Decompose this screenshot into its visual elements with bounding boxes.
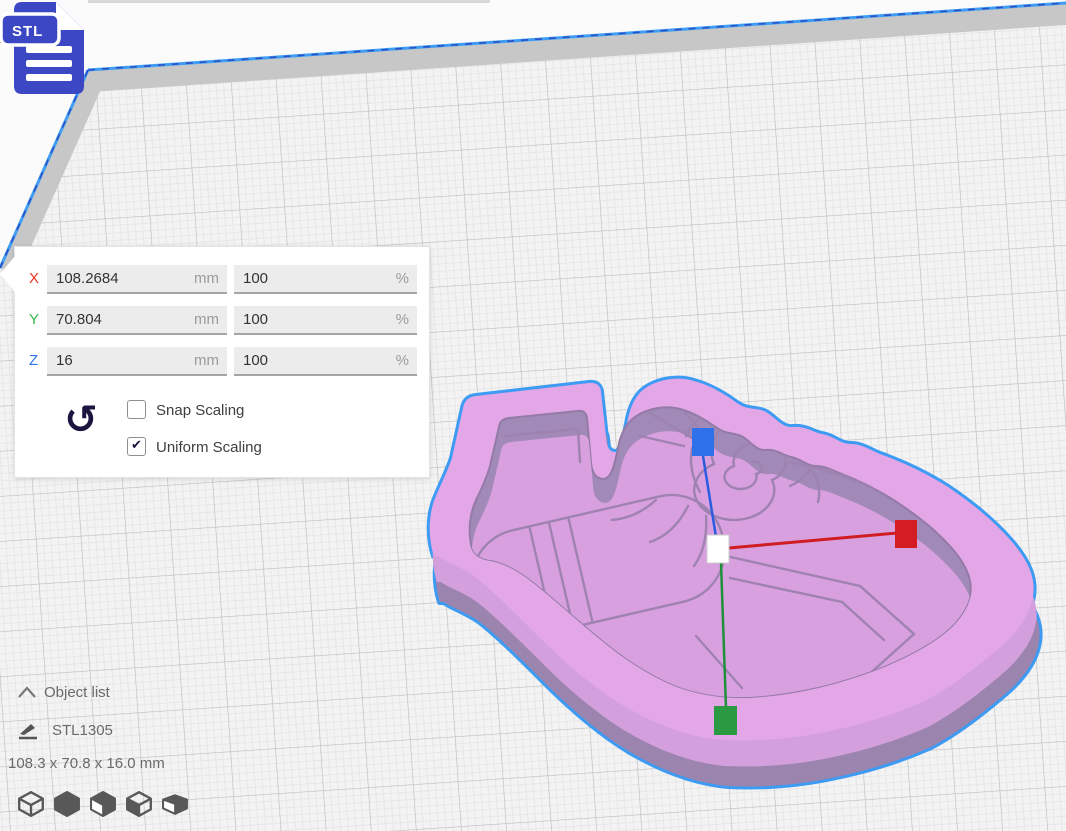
model-dimensions-readout: 108.3 x 70.8 x 16.0 mm <box>8 755 165 772</box>
view-right-icon <box>160 789 190 819</box>
axis-x-label: X <box>29 270 39 287</box>
stl-file-line <box>26 74 72 81</box>
view-left-icon <box>124 789 154 819</box>
view-right-button[interactable] <box>160 789 190 819</box>
view-front-button[interactable] <box>52 789 82 819</box>
x-size-field: mm <box>47 265 227 294</box>
z-percent-field: % <box>234 347 417 376</box>
view-3d-button[interactable] <box>16 789 46 819</box>
z-size-field: mm <box>47 347 227 376</box>
view-left-button[interactable] <box>124 789 154 819</box>
stl-file-icon[interactable]: STL <box>0 0 95 100</box>
view-3d-icon <box>16 789 46 819</box>
scale-handle-y[interactable] <box>714 706 737 735</box>
axis-y-label: Y <box>29 311 39 328</box>
object-list-item-name[interactable]: STL1305 <box>52 722 113 739</box>
scale-panel-pointer <box>0 256 15 292</box>
uniform-scaling-checkbox[interactable]: ✔ <box>127 437 146 456</box>
y-size-input[interactable] <box>47 306 227 333</box>
x-percent-field: % <box>234 265 417 294</box>
snap-scaling-checkbox[interactable] <box>127 400 146 419</box>
scale-tool-panel: X mm % Y mm % Z mm <box>14 246 430 478</box>
z-percent-input[interactable] <box>234 347 417 374</box>
stl-badge-label: STL <box>12 23 43 40</box>
scale-handle-z[interactable] <box>692 428 714 456</box>
snap-scaling-label: Snap Scaling <box>156 402 244 419</box>
camera-view-toolbar <box>14 789 234 821</box>
scale-row-y: Y mm % <box>15 306 429 335</box>
y-percent-field: % <box>234 306 417 335</box>
x-size-input[interactable] <box>47 265 227 292</box>
pencil-icon <box>16 718 40 742</box>
application-window: STL X mm % Y mm % <box>0 0 1066 831</box>
y-size-field: mm <box>47 306 227 335</box>
chevron-up-icon[interactable] <box>16 684 38 702</box>
stl-file-line <box>26 60 72 67</box>
build-volume-far-edge <box>88 0 490 3</box>
y-percent-input[interactable] <box>234 306 417 333</box>
z-size-input[interactable] <box>47 347 227 374</box>
scale-handle-center[interactable] <box>707 535 729 563</box>
scale-row-z: Z mm % <box>15 347 429 376</box>
view-top-button[interactable] <box>88 789 118 819</box>
view-top-icon <box>88 789 118 819</box>
x-percent-input[interactable] <box>234 265 417 292</box>
view-front-icon <box>52 789 82 819</box>
reset-scale-button[interactable]: ↺ <box>59 397 103 443</box>
scale-row-x: X mm % <box>15 265 429 294</box>
object-list-title[interactable]: Object list <box>44 684 110 701</box>
uniform-scaling-label: Uniform Scaling <box>156 439 262 456</box>
scale-handle-x[interactable] <box>895 520 917 548</box>
stl-file-line <box>26 46 72 53</box>
axis-z-label: Z <box>29 352 38 369</box>
